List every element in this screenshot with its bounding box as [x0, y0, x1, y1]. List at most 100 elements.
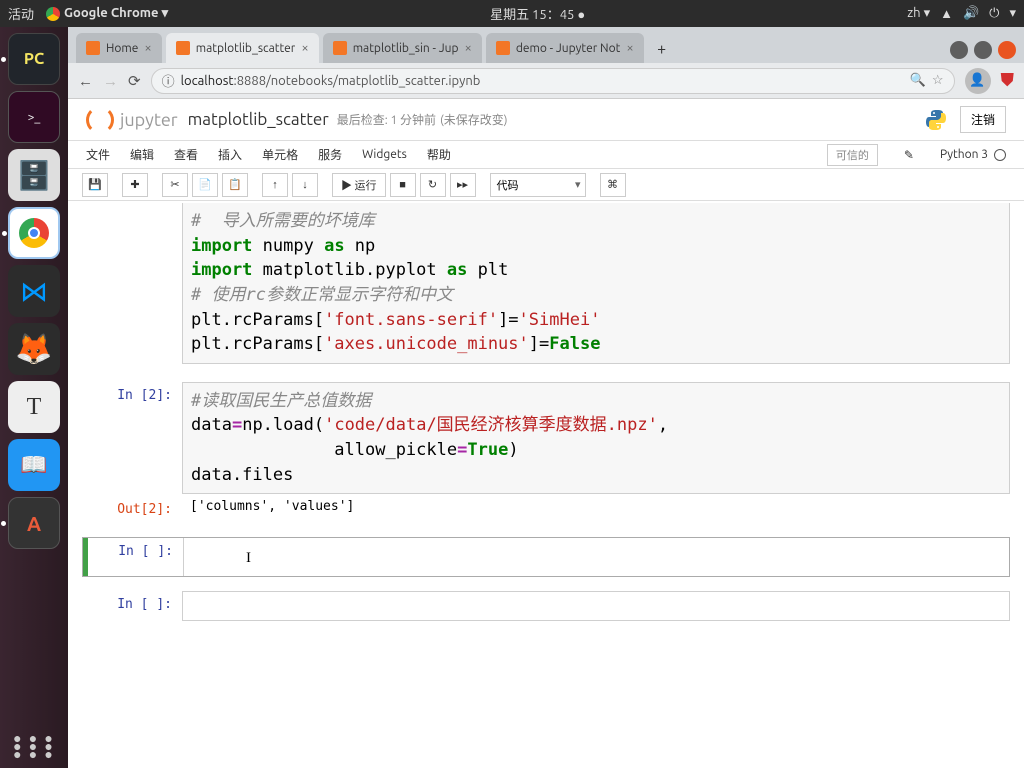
jupyter-toolbar: 💾 ✚ ✂ 📄 📋 ↑ ↓ ▶ 运行 ■ ↻ ▸▸ 代码 ⌘: [68, 169, 1024, 201]
dock-texteditor[interactable]: T: [8, 381, 60, 433]
omnibox[interactable]: ⓘ localhost:8888/notebooks/matplotlib_sc…: [151, 68, 955, 94]
tab-demo[interactable]: demo - Jupyter Not ×: [486, 33, 644, 63]
volume-icon[interactable]: 🔊: [963, 6, 979, 21]
menu-widgets[interactable]: Widgets: [362, 148, 407, 161]
network-icon[interactable]: ▲: [940, 6, 953, 21]
active-app-label[interactable]: Google Chrome ▾: [64, 6, 168, 21]
cut-button[interactable]: ✂: [162, 173, 188, 197]
restart-run-button[interactable]: ▸▸: [450, 173, 476, 197]
star-icon[interactable]: ☆: [932, 73, 944, 88]
window-minimize[interactable]: [950, 41, 968, 59]
jupyter-favicon-icon: [176, 41, 190, 55]
search-icon[interactable]: 🔍: [910, 73, 926, 88]
run-button[interactable]: ▶ 运行: [332, 173, 386, 197]
close-icon[interactable]: ×: [465, 41, 472, 55]
python-logo-icon: [924, 108, 948, 132]
dock-show-apps[interactable]: ● ● ●● ● ●● ● ●: [13, 734, 55, 758]
edit-mode-icon: ✎: [904, 148, 914, 162]
cell-input[interactable]: # 导入所需要的坏境库 import numpy as np import ma…: [182, 203, 1010, 364]
tab-home[interactable]: Home ×: [76, 33, 162, 63]
window-close[interactable]: [998, 41, 1016, 59]
lang-indicator-icon[interactable]: zh ▾: [907, 6, 930, 21]
jupyter-logo[interactable]: jupyter: [86, 106, 178, 134]
dock-dictionary[interactable]: 📖: [8, 439, 60, 491]
notebook-name[interactable]: matplotlib_scatter: [188, 110, 329, 129]
menu-kernel[interactable]: 服务: [318, 146, 342, 163]
ubuntu-dock: PC >_ 🗄️ ⋈ 🦊 T 📖 A ● ● ●● ● ●● ● ●: [0, 27, 68, 768]
code-cell-3[interactable]: In [ ]: I: [82, 537, 1010, 577]
nav-reload[interactable]: ⟳: [128, 72, 141, 90]
cell-input[interactable]: #读取国民生产总值数据 data=np.load('code/data/国民经济…: [182, 382, 1010, 495]
jupyter-favicon-icon: [333, 41, 347, 55]
jupyter-orb-icon: [86, 106, 114, 134]
power-icon[interactable]: ⏻: [989, 6, 999, 21]
menu-cell[interactable]: 单元格: [262, 146, 298, 163]
cell-output: ['columns', 'values']: [182, 496, 1010, 519]
menu-edit[interactable]: 编辑: [130, 146, 154, 163]
restart-button[interactable]: ↻: [420, 173, 446, 197]
cell-input[interactable]: [182, 591, 1010, 621]
code-cell-2[interactable]: In [2]: #读取国民生产总值数据 data=np.load('code/d…: [82, 382, 1010, 495]
nav-back[interactable]: ←: [78, 72, 93, 90]
save-button[interactable]: 💾: [82, 173, 108, 197]
dock-firefox[interactable]: 🦊: [8, 323, 60, 375]
cell-prompt: In [ ]:: [83, 538, 183, 576]
tab-scatter[interactable]: matplotlib_scatter ×: [166, 33, 319, 63]
cell-prompt: In [2]:: [82, 382, 182, 495]
unsaved-status: (未保存改变): [440, 111, 508, 128]
cell-prompt: In [ ]:: [82, 591, 182, 621]
site-info-icon[interactable]: ⓘ: [162, 71, 175, 90]
jupyter-favicon-icon: [496, 41, 510, 55]
dock-vscode[interactable]: ⋈: [8, 265, 60, 317]
tab-sin[interactable]: matplotlib_sin - Jup ×: [323, 33, 482, 63]
close-icon[interactable]: ×: [301, 41, 308, 55]
menu-view[interactable]: 查看: [174, 146, 198, 163]
dock-terminal[interactable]: >_: [8, 91, 60, 143]
clock[interactable]: 星期五 15：45 ●: [168, 4, 907, 23]
window-maximize[interactable]: [974, 41, 992, 59]
move-down-button[interactable]: ↓: [292, 173, 318, 197]
text-cursor-icon: I: [246, 548, 251, 570]
notebook-container[interactable]: # 导入所需要的坏境库 import numpy as np import ma…: [68, 201, 1024, 768]
profile-icon[interactable]: 👤: [965, 68, 991, 94]
output-prompt: Out[2]:: [82, 496, 182, 519]
chrome-window: Home × matplotlib_scatter × matplotlib_s…: [68, 27, 1024, 768]
address-bar: ← → ⟳ ⓘ localhost:8888/notebooks/matplot…: [68, 63, 1024, 99]
nav-forward[interactable]: →: [103, 72, 118, 90]
gnome-top-bar: 活动 Google Chrome ▾ 星期五 15：45 ● zh ▾ ▲ 🔊 …: [0, 0, 1024, 27]
command-palette-button[interactable]: ⌘: [600, 173, 626, 197]
menu-insert[interactable]: 插入: [218, 146, 242, 163]
code-cell-4[interactable]: In [ ]:: [82, 591, 1010, 621]
insert-cell-button[interactable]: ✚: [122, 173, 148, 197]
close-icon[interactable]: ×: [626, 41, 633, 55]
jupyter-header: jupyter matplotlib_scatter 最后检查: 1 分钟前 (…: [68, 99, 1024, 141]
dock-pycharm[interactable]: PC: [8, 33, 60, 85]
interrupt-button[interactable]: ■: [390, 173, 416, 197]
checkpoint-status: 最后检查: 1 分钟前: [337, 111, 436, 128]
dock-updater[interactable]: A: [8, 497, 60, 549]
dock-chrome[interactable]: [8, 207, 60, 259]
menu-chevron-icon[interactable]: ▾: [1009, 6, 1016, 21]
copy-button[interactable]: 📄: [192, 173, 218, 197]
cell-input[interactable]: I: [183, 538, 1009, 576]
menu-help[interactable]: 帮助: [427, 146, 451, 163]
new-tab-button[interactable]: +: [648, 35, 676, 63]
move-up-button[interactable]: ↑: [262, 173, 288, 197]
menu-file[interactable]: 文件: [86, 146, 110, 163]
logout-button[interactable]: 注销: [960, 106, 1006, 133]
paste-button[interactable]: 📋: [222, 173, 248, 197]
code-cell-1[interactable]: # 导入所需要的坏境库 import numpy as np import ma…: [82, 203, 1010, 364]
trusted-indicator[interactable]: 可信的: [827, 144, 878, 166]
kernel-indicator[interactable]: Python 3: [940, 148, 1006, 161]
activities-button[interactable]: 活动: [8, 4, 34, 23]
output-cell-2: Out[2]: ['columns', 'values']: [82, 496, 1010, 519]
jupyter-favicon-icon: [86, 41, 100, 55]
cell-prompt: [82, 203, 182, 364]
close-icon[interactable]: ×: [144, 41, 151, 55]
page-content: jupyter matplotlib_scatter 最后检查: 1 分钟前 (…: [68, 99, 1024, 768]
dock-files[interactable]: 🗄️: [8, 149, 60, 201]
ublock-icon[interactable]: ⛊: [1001, 70, 1015, 91]
jupyter-menubar: 文件 编辑 查看 插入 单元格 服务 Widgets 帮助 可信的 ✎ Pyth…: [68, 141, 1024, 169]
celltype-select[interactable]: 代码: [490, 173, 586, 197]
tab-strip: Home × matplotlib_scatter × matplotlib_s…: [68, 27, 1024, 63]
